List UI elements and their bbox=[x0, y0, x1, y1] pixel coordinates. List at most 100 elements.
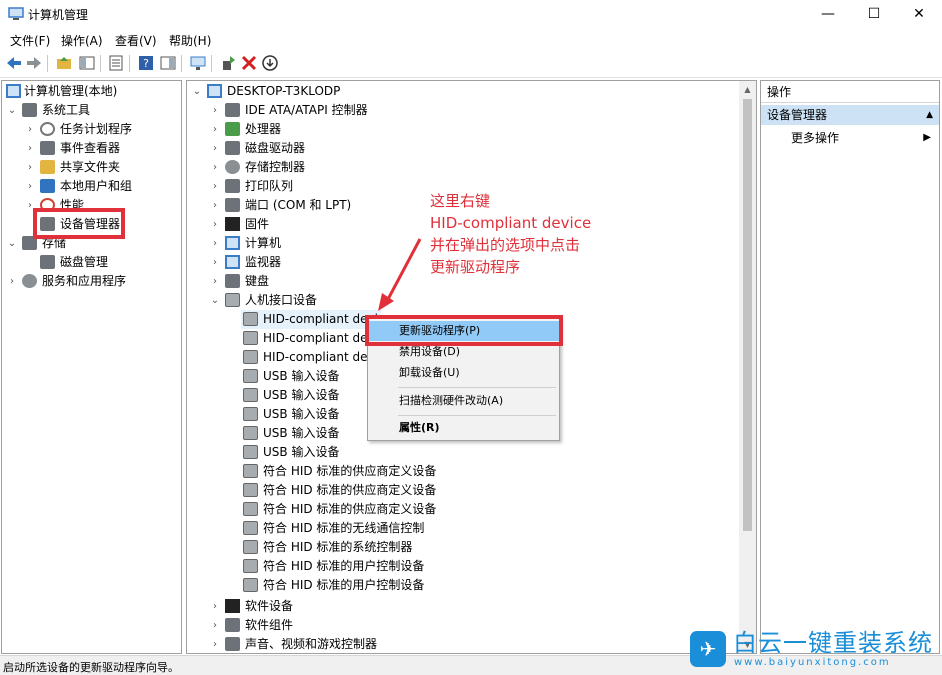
show-hide-tree-icon[interactable] bbox=[78, 54, 96, 72]
chevron-right-icon[interactable]: › bbox=[210, 253, 220, 272]
device-item[interactable]: 符合 HID 标准的供应商定义设备 bbox=[241, 462, 541, 481]
chevron-down-icon[interactable]: ⌄ bbox=[7, 234, 17, 253]
toolbar-separator bbox=[47, 55, 48, 72]
chevron-right-icon[interactable]: › bbox=[210, 120, 220, 139]
device-category[interactable]: › 磁盘驱动器 bbox=[187, 139, 739, 158]
ide-controller-icon bbox=[225, 103, 240, 117]
actions-group-device-manager[interactable]: 设备管理器 ▲ bbox=[761, 105, 939, 125]
menu-file[interactable]: 文件(F) bbox=[10, 32, 50, 49]
chevron-right-icon[interactable]: › bbox=[210, 196, 220, 215]
chevron-down-icon[interactable]: ⌄ bbox=[192, 82, 202, 101]
menu-item-scan-hardware[interactable]: 扫描检测硬件改动(A) bbox=[368, 391, 559, 411]
device-item[interactable]: 符合 HID 标准的供应商定义设备 bbox=[241, 500, 541, 519]
software-component-icon bbox=[225, 618, 240, 632]
device-category[interactable]: › 处理器 bbox=[187, 120, 739, 139]
device-category[interactable]: › 声音、视频和游戏控制器 bbox=[187, 635, 739, 654]
device-item[interactable]: 符合 HID 标准的供应商定义设备 bbox=[241, 481, 541, 500]
monitor-icon[interactable] bbox=[189, 54, 207, 72]
close-button[interactable]: ✕ bbox=[896, 0, 942, 28]
menu-help[interactable]: 帮助(H) bbox=[169, 32, 211, 49]
tree-label: DESKTOP-T3KLODP bbox=[227, 82, 340, 101]
tree-item-task-scheduler[interactable]: › 任务计划程序 bbox=[2, 120, 181, 139]
chevron-right-icon[interactable]: › bbox=[210, 139, 220, 158]
chevron-right-icon[interactable]: › bbox=[210, 177, 220, 196]
download-circle-icon[interactable] bbox=[261, 54, 279, 72]
forward-icon[interactable] bbox=[25, 54, 43, 72]
chevron-right-icon[interactable]: › bbox=[25, 177, 35, 196]
tree-label: HID-compliant device bbox=[263, 310, 381, 329]
chevron-right-icon[interactable]: › bbox=[210, 215, 220, 234]
device-category[interactable]: › 软件组件 bbox=[187, 616, 739, 635]
device-root[interactable]: ⌄ DESKTOP-T3KLODP bbox=[187, 82, 739, 101]
chevron-right-icon[interactable]: › bbox=[210, 616, 220, 635]
bird-logo-icon: ✈ bbox=[690, 631, 726, 667]
chevron-right-icon[interactable]: ▶ bbox=[923, 129, 931, 147]
menu-view[interactable]: 查看(V) bbox=[115, 32, 157, 49]
tree-label: USB 输入设备 bbox=[263, 424, 339, 443]
chevron-right-icon[interactable]: › bbox=[210, 272, 220, 291]
device-category[interactable]: › 存储控制器 bbox=[187, 158, 739, 177]
tree-item-services-apps[interactable]: › 服务和应用程序 bbox=[2, 272, 181, 291]
update-driver-icon[interactable] bbox=[219, 54, 237, 72]
device-item[interactable]: USB 输入设备 bbox=[241, 443, 541, 462]
vertical-scrollbar[interactable]: ▲ ▼ bbox=[739, 81, 756, 653]
collapse-up-icon[interactable]: ▲ bbox=[926, 105, 933, 125]
device-item[interactable]: 符合 HID 标准的用户控制设备 bbox=[241, 557, 541, 576]
action-pane-icon[interactable] bbox=[159, 54, 177, 72]
help-icon[interactable]: ? bbox=[137, 54, 155, 72]
toolbar-separator bbox=[211, 55, 212, 72]
chevron-right-icon[interactable]: › bbox=[210, 635, 220, 654]
device-category[interactable]: › IDE ATA/ATAPI 控制器 bbox=[187, 101, 739, 120]
chevron-right-icon[interactable]: › bbox=[25, 139, 35, 158]
tree-label: 任务计划程序 bbox=[60, 120, 132, 139]
hid-icon bbox=[243, 331, 258, 345]
chevron-right-icon[interactable]: › bbox=[210, 597, 220, 616]
up-folder-icon[interactable] bbox=[55, 54, 73, 72]
tree-item-event-viewer[interactable]: › 事件查看器 bbox=[2, 139, 181, 158]
computer-management-icon bbox=[6, 84, 21, 98]
services-icon bbox=[22, 274, 37, 288]
device-category-hid[interactable]: ⌄ 人机接口设备 bbox=[187, 291, 739, 310]
chevron-right-icon[interactable]: › bbox=[210, 158, 220, 177]
device-item-hid-selected[interactable]: HID-compliant device bbox=[241, 310, 381, 329]
chevron-right-icon[interactable]: › bbox=[25, 158, 35, 177]
tree-label: 共享文件夹 bbox=[60, 158, 120, 177]
properties-list-icon[interactable] bbox=[107, 54, 125, 72]
menu-action[interactable]: 操作(A) bbox=[61, 32, 103, 49]
status-text: 启动所选设备的更新驱动程序向导。 bbox=[3, 659, 179, 675]
actions-header: 操作 bbox=[761, 81, 939, 103]
tree-item-disk-management[interactable]: 磁盘管理 bbox=[2, 253, 181, 272]
maximize-button[interactable]: ☐ bbox=[851, 0, 897, 28]
chevron-right-icon[interactable]: › bbox=[25, 120, 35, 139]
tree-label: USB 输入设备 bbox=[263, 443, 339, 462]
chevron-down-icon[interactable]: ⌄ bbox=[210, 291, 220, 310]
toolbar-separator bbox=[100, 55, 101, 72]
scroll-thumb[interactable] bbox=[743, 99, 752, 531]
device-category[interactable]: › 软件设备 bbox=[187, 597, 739, 616]
svg-text:?: ? bbox=[143, 57, 149, 70]
device-item[interactable]: 符合 HID 标准的用户控制设备 bbox=[241, 576, 541, 595]
more-actions-link[interactable]: 更多操作 bbox=[791, 129, 839, 147]
menu-item-uninstall-device[interactable]: 卸载设备(U) bbox=[368, 363, 559, 383]
back-icon[interactable] bbox=[5, 54, 23, 72]
scroll-up-icon[interactable]: ▲ bbox=[739, 81, 756, 98]
disk-drive-icon bbox=[225, 141, 240, 155]
tree-item-system-tools[interactable]: ⌄ 系统工具 bbox=[2, 101, 181, 120]
tree-item-local-users[interactable]: › 本地用户和组 bbox=[2, 177, 181, 196]
minimize-button[interactable]: — bbox=[805, 0, 851, 28]
tree-root[interactable]: 计算机管理(本地) bbox=[2, 82, 181, 101]
chevron-right-icon[interactable]: › bbox=[210, 234, 220, 253]
tree-label: 磁盘驱动器 bbox=[245, 139, 305, 158]
chevron-right-icon[interactable]: › bbox=[210, 101, 220, 120]
tree-item-shared-folders[interactable]: › 共享文件夹 bbox=[2, 158, 181, 177]
uninstall-device-icon[interactable] bbox=[240, 54, 258, 72]
sound-icon bbox=[225, 637, 240, 651]
tree-label: 处理器 bbox=[245, 120, 281, 139]
chevron-down-icon[interactable]: ⌄ bbox=[7, 101, 17, 120]
hid-icon bbox=[225, 293, 240, 307]
menu-item-properties[interactable]: 属性(R) bbox=[368, 418, 559, 438]
annotation-line-4: 更新驱动程序 bbox=[430, 257, 520, 277]
device-item[interactable]: 符合 HID 标准的无线通信控制 bbox=[241, 519, 541, 538]
device-item[interactable]: 符合 HID 标准的系统控制器 bbox=[241, 538, 541, 557]
chevron-right-icon[interactable]: › bbox=[7, 272, 17, 291]
